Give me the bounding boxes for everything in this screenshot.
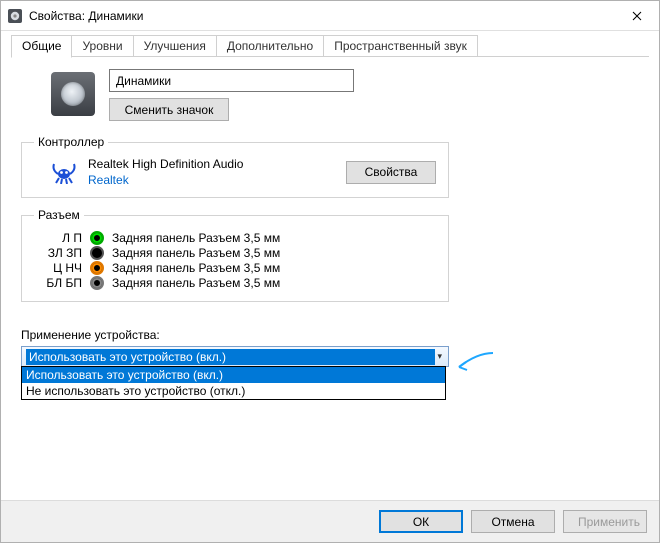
controller-group: Контроллер Realtek High Definition Audio [21,135,449,198]
tab-general[interactable]: Общие [11,35,72,58]
device-usage-option[interactable]: Не использовать это устройство (откл.) [22,383,445,399]
device-usage-list: Использовать это устройство (вкл.) Не ис… [21,366,446,400]
jack-color-icon [90,276,104,290]
apply-button[interactable]: Применить [563,510,647,533]
tab-advanced[interactable]: Дополнительно [216,35,324,57]
jack-row: Л П Задняя панель Разъем 3,5 мм [34,231,436,245]
jack-color-icon [90,246,104,260]
jack-row: Ц НЧ Задняя панель Разъем 3,5 мм [34,261,436,275]
device-usage-label: Применение устройства: [21,328,639,342]
cancel-button[interactable]: Отмена [471,510,555,533]
tab-enhancements[interactable]: Улучшения [133,35,217,57]
jack-desc: Задняя панель Разъем 3,5 мм [112,276,280,290]
realtek-icon [50,158,78,186]
jack-desc: Задняя панель Разъем 3,5 мм [112,261,280,275]
tab-spatial[interactable]: Пространственный звук [323,35,478,57]
device-icon [51,72,95,116]
controller-vendor-link[interactable]: Realtek [88,173,129,187]
tab-strip: Общие Уровни Улучшения Дополнительно Про… [1,31,659,57]
jack-color-icon [90,231,104,245]
jack-label: ЗЛ ЗП [34,246,82,260]
jack-label: Ц НЧ [34,261,82,275]
jack-row: ЗЛ ЗП Задняя панель Разъем 3,5 мм [34,246,436,260]
chevron-down-icon: ▾ [435,351,444,362]
jack-label: БЛ БП [34,276,82,290]
close-button[interactable] [614,1,659,31]
titlebar: Свойства: Динамики [1,1,659,31]
tab-content-general: Сменить значок Контроллер Realtek [1,57,659,410]
jacks-group: Разъем Л П Задняя панель Разъем 3,5 мм З… [21,208,449,302]
jack-desc: Задняя панель Разъем 3,5 мм [112,231,280,245]
app-icon [7,8,23,24]
jack-color-icon [90,261,104,275]
annotation-arrow-icon [453,351,495,381]
jack-desc: Задняя панель Разъем 3,5 мм [112,246,280,260]
ok-button[interactable]: ОК [379,510,463,533]
change-icon-button[interactable]: Сменить значок [109,98,229,121]
device-usage-option[interactable]: Использовать это устройство (вкл.) [22,367,445,383]
window-title: Свойства: Динамики [29,9,143,23]
device-name-input[interactable] [109,69,354,92]
tab-levels[interactable]: Уровни [71,35,133,57]
jack-label: Л П [34,231,82,245]
device-usage-selected: Использовать это устройство (вкл.) [26,349,435,365]
controller-properties-button[interactable]: Свойства [346,161,436,184]
dialog-button-bar: ОК Отмена Применить [1,500,659,542]
jack-row: БЛ БП Задняя панель Разъем 3,5 мм [34,276,436,290]
controller-legend: Контроллер [34,135,108,149]
device-usage-dropdown[interactable]: Использовать это устройство (вкл.) ▾ Исп… [21,346,449,400]
jacks-legend: Разъем [34,208,84,222]
controller-name: Realtek High Definition Audio [88,157,336,171]
